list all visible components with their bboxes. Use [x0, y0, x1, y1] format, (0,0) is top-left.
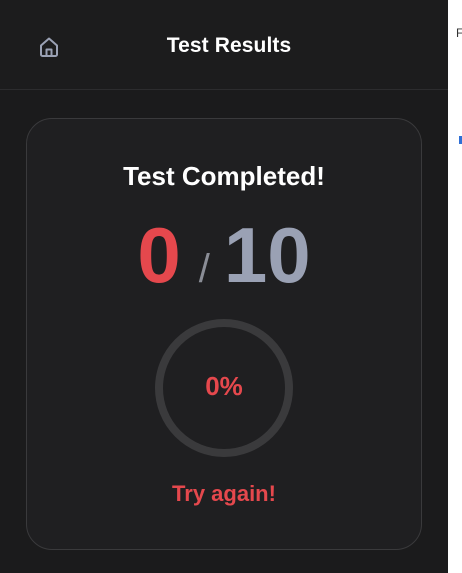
score-percent: 0% [205, 371, 243, 401]
window-edge-mark: F [456, 26, 462, 40]
result-title: Test Completed! [123, 161, 325, 191]
score-total: 10 [223, 211, 311, 299]
page-title: Test Results [166, 34, 292, 57]
result-card: Test Completed! 0 / 10 0% Try again! [26, 118, 422, 550]
score-separator: / [198, 247, 210, 291]
score-correct: 0 [137, 211, 181, 299]
top-bar: Test Results [0, 0, 448, 90]
app-viewport: Test Results F Test Completed! 0 / 10 0%… [0, 0, 462, 573]
result-message: Try again! [172, 481, 276, 506]
score-display: 0 / 10 [27, 215, 421, 295]
window-edge [448, 0, 462, 573]
